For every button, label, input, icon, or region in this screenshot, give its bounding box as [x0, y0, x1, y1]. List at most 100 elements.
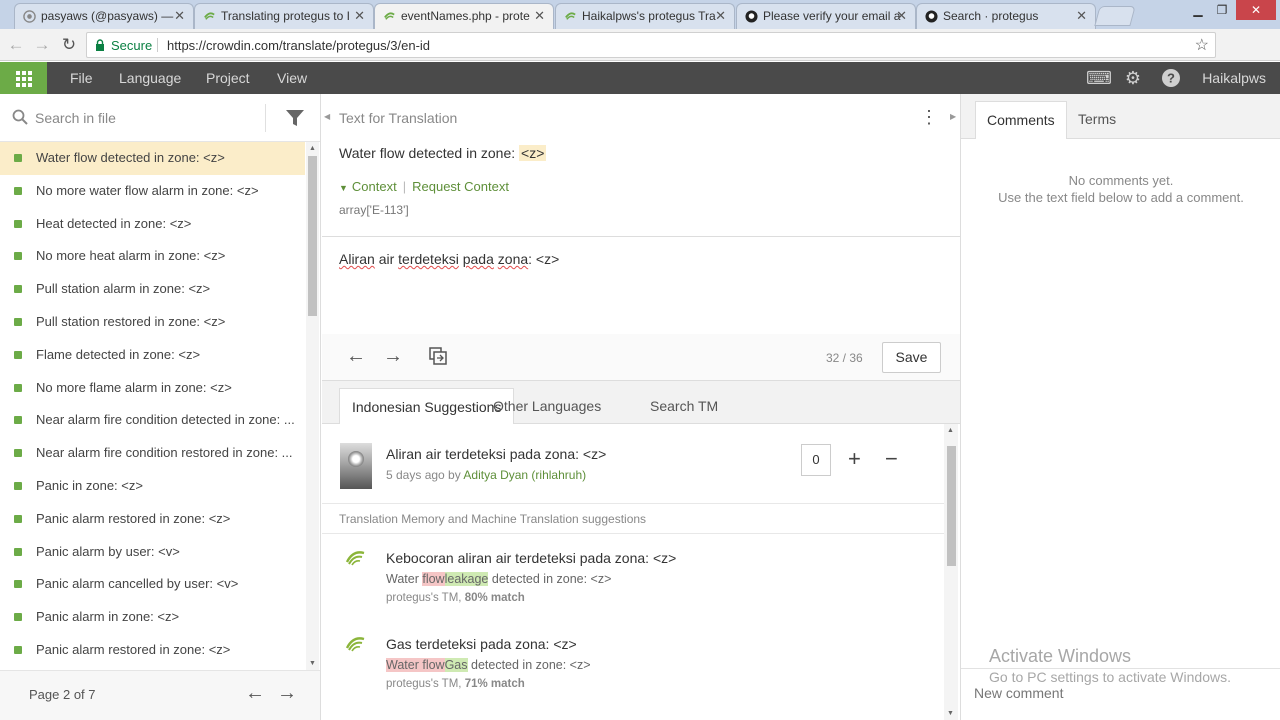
list-item[interactable]: Panic alarm cancelled by user: <v>: [0, 568, 305, 601]
tab-other-languages[interactable]: Other Languages: [481, 388, 613, 424]
misspelled-word[interactable]: zona: [498, 251, 528, 267]
request-context-link[interactable]: Request Context: [412, 179, 509, 194]
back-arrow-icon[interactable]: ←: [5, 34, 27, 56]
scrollbar[interactable]: ▲ ▼: [944, 424, 958, 720]
restore-icon[interactable]: ❐: [1208, 0, 1236, 20]
browser-tab-6[interactable]: Search · protegus ✕: [916, 3, 1096, 29]
list-item[interactable]: No more water flow alarm in zone: <z>: [0, 175, 305, 208]
close-tab-icon[interactable]: ✕: [896, 4, 907, 28]
scroll-up-icon[interactable]: ▲: [309, 145, 316, 152]
user-menu[interactable]: Haikalpws: [1202, 62, 1266, 94]
close-tab-icon[interactable]: ✕: [1076, 4, 1087, 28]
list-item[interactable]: Pull station alarm in zone: <z>: [0, 273, 305, 306]
scroll-up-icon[interactable]: ▲: [947, 427, 954, 434]
scrollbar-thumb[interactable]: [947, 446, 956, 566]
list-item[interactable]: Near alarm fire condition detected in zo…: [0, 404, 305, 437]
tab-terms[interactable]: Terms: [1067, 101, 1127, 139]
match-percent: 80% match: [464, 592, 525, 604]
menu-view[interactable]: View: [277, 62, 307, 94]
list-item[interactable]: Panic alarm restored in zone: <z>: [0, 503, 305, 536]
upvote-icon[interactable]: +: [848, 445, 861, 473]
scrollbar-thumb[interactable]: [308, 156, 317, 316]
browser-tab-1[interactable]: pasyaws (@pasyaws) — ✕: [14, 3, 194, 29]
forward-arrow-icon[interactable]: →: [31, 34, 53, 56]
suggestion-meta: 5 days ago by Aditya Dyan (rihlahruh): [386, 468, 586, 482]
list-item[interactable]: Panic in zone: <z>: [0, 470, 305, 503]
more-options-icon[interactable]: ⋮: [920, 108, 938, 126]
list-item[interactable]: Pull station restored in zone: <z>: [0, 306, 305, 339]
source-heading: Text for Translation: [339, 110, 458, 126]
list-item[interactable]: Near alarm fire condition restored in zo…: [0, 437, 305, 470]
browser-tab-4[interactable]: Haikalpws's protegus Tra ✕: [555, 3, 735, 29]
activate-windows-watermark: Activate Windows: [989, 646, 1132, 666]
tab-title: pasyaws (@pasyaws) —: [41, 9, 174, 23]
translation-editor[interactable]: Aliran air terdeteksi pada zona: <z>: [322, 237, 960, 334]
save-button[interactable]: Save: [882, 342, 941, 373]
bookmark-star-icon[interactable]: ☆: [1195, 35, 1209, 55]
list-item[interactable]: Water flow detected in zone: <z>: [0, 142, 305, 175]
new-tab-button[interactable]: [1094, 6, 1136, 26]
new-comment-input[interactable]: New comment: [974, 685, 1063, 701]
suggestion-text[interactable]: Aliran air terdeteksi pada zona: <z>: [386, 446, 606, 462]
keyboard-icon[interactable]: ⌨: [1086, 68, 1112, 88]
scroll-down-icon[interactable]: ▼: [309, 660, 316, 667]
next-string-icon[interactable]: →: [383, 346, 403, 366]
gear-icon[interactable]: ⚙: [1123, 68, 1143, 88]
suggestion-item[interactable]: Aliran air terdeteksi pada zona: <z> 5 d…: [322, 424, 944, 504]
apps-grid-icon[interactable]: [0, 62, 47, 94]
list-item[interactable]: No more flame alarm in zone: <z>: [0, 372, 305, 405]
status-dot-icon: [14, 416, 22, 425]
diff-added: leakage: [444, 572, 489, 586]
scroll-down-icon[interactable]: ▼: [947, 710, 954, 717]
filter-icon[interactable]: [285, 108, 305, 128]
browser-tab-2[interactable]: Translating protegus to I ✕: [194, 3, 374, 29]
tab-search-tm[interactable]: Search TM: [638, 388, 730, 424]
search-in-file[interactable]: Search in file: [0, 94, 320, 142]
tab-comments[interactable]: Comments: [975, 101, 1067, 139]
next-page-icon[interactable]: →: [277, 682, 297, 705]
context-toggle[interactable]: Context: [352, 179, 397, 194]
close-tab-icon[interactable]: ✕: [354, 4, 365, 28]
match-percent: 71% match: [464, 678, 525, 690]
misspelled-word[interactable]: pada: [463, 251, 494, 267]
menu-project[interactable]: Project: [206, 62, 250, 94]
search-input[interactable]: Search in file: [35, 110, 116, 126]
pagination: Page 2 of 7 ← →: [0, 670, 320, 720]
list-item[interactable]: Panic alarm by user: <v>: [0, 536, 305, 569]
menu-language[interactable]: Language: [119, 62, 181, 94]
tm-suggestion-text[interactable]: Gas terdeteksi pada zona: <z>: [386, 636, 577, 652]
list-item[interactable]: Panic alarm restored in zone: <z>: [0, 634, 305, 667]
collapse-right-icon[interactable]: ▶: [950, 112, 956, 121]
list-item[interactable]: Heat detected in zone: <z>: [0, 208, 305, 241]
close-tab-icon[interactable]: ✕: [174, 4, 185, 28]
list-item[interactable]: Panic alarm in zone: <z>: [0, 601, 305, 634]
misspelled-word[interactable]: terdeteksi: [398, 251, 459, 267]
url-text[interactable]: https://crowdin.com/translate/protegus/3…: [167, 38, 430, 53]
list-item[interactable]: Flame detected in zone: <z>: [0, 339, 305, 372]
window-close-icon[interactable]: ✕: [1236, 0, 1276, 20]
misspelled-word[interactable]: Aliran: [339, 251, 375, 267]
collapse-left-icon[interactable]: ◀: [324, 112, 330, 121]
copy-source-icon[interactable]: [429, 347, 447, 365]
translation-input[interactable]: Aliran air terdeteksi pada zona: <z>: [339, 251, 559, 267]
author-link[interactable]: Aditya Dyan (rihlahruh): [463, 468, 586, 482]
tm-suggestion-text[interactable]: Kebocoran aliran air terdeteksi pada zon…: [386, 550, 676, 566]
previous-string-icon[interactable]: ←: [346, 346, 366, 366]
browser-tab-5[interactable]: Please verify your email a ✕: [736, 3, 916, 29]
help-icon[interactable]: ?: [1161, 68, 1181, 88]
close-tab-icon[interactable]: ✕: [534, 4, 545, 28]
caret-down-icon[interactable]: ▼: [339, 183, 348, 193]
github-icon: [925, 10, 938, 23]
list-item-label: Flame detected in zone: <z>: [36, 346, 201, 362]
downvote-icon[interactable]: −: [885, 445, 898, 473]
crowdin-tm-icon: [345, 637, 365, 652]
menu-file[interactable]: File: [70, 62, 93, 94]
suggestions-list: Aliran air terdeteksi pada zona: <z> 5 d…: [322, 424, 960, 720]
reload-icon[interactable]: ↻: [58, 34, 80, 56]
scrollbar[interactable]: ▲ ▼: [306, 142, 319, 670]
browser-tab-3-active[interactable]: eventNames.php - prote ✕: [374, 3, 554, 29]
list-item[interactable]: No more heat alarm in zone: <z>: [0, 240, 305, 273]
url-bar[interactable]: Secure https://crowdin.com/translate/pro…: [86, 32, 1216, 58]
close-tab-icon[interactable]: ✕: [715, 4, 726, 28]
prev-page-icon[interactable]: ←: [245, 682, 265, 705]
